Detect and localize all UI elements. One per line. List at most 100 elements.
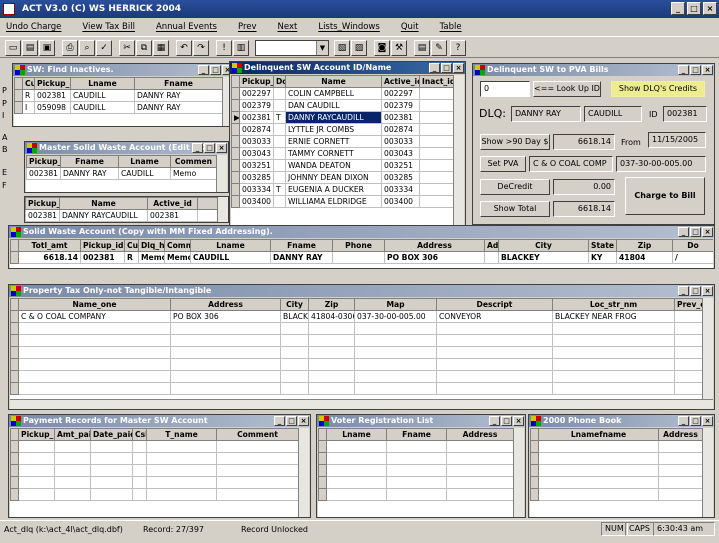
table-row[interactable]: 003043 TAMMY CORNETT 003043 [231, 147, 454, 160]
column-header[interactable]: Zip [616, 239, 673, 252]
total-field[interactable]: 6618.14 [553, 201, 615, 217]
column-header[interactable]: Commen [170, 155, 217, 168]
pva-map-field[interactable]: 037-30-00-005.00 [616, 156, 706, 172]
column-header[interactable]: Fname [386, 428, 447, 441]
column-header[interactable]: Fname [60, 155, 119, 168]
delinquent-grid[interactable]: Pickup_DoNameActive_idInact_id 002297COL… [231, 75, 464, 226]
column-header[interactable]: Address [170, 298, 281, 311]
column-header[interactable]: Csl [132, 428, 147, 441]
column-header[interactable]: Descript [436, 298, 553, 311]
menu-prev[interactable]: Prev [238, 19, 257, 35]
vertical-scrollbar[interactable] [702, 428, 713, 517]
sw-find-grid[interactable]: CuPickup_LnameFname R002381CAUDILLDANNY … [14, 77, 233, 126]
amount-90-field[interactable]: 6618.14 [553, 134, 615, 150]
run-icon[interactable]: ! [216, 40, 232, 56]
column-header[interactable]: Pickup_i [18, 428, 55, 441]
column-header[interactable]: City [498, 239, 589, 252]
column-header[interactable]: Do [273, 75, 286, 88]
column-header[interactable]: Name_one [18, 298, 171, 311]
minimize-button[interactable]: _ [274, 416, 285, 426]
id-field[interactable]: 002381 [663, 106, 707, 122]
account-name-grid[interactable]: Pickup_ Name Active_id 002381 DANNY RAYCAUD… [25, 197, 228, 222]
show-dlq-credits-button[interactable]: Show DLQ's Credits [611, 81, 705, 97]
close-button[interactable]: × [453, 63, 464, 73]
voter-grid[interactable]: Lname Fname Address [318, 428, 524, 517]
menu-lists-windows[interactable]: Lists_Windows [318, 19, 379, 35]
decredit-button[interactable]: DeCredit [480, 179, 550, 195]
column-header[interactable]: Address [658, 428, 703, 441]
dlq-fname-field[interactable]: DANNY RAY [511, 106, 581, 122]
table-row[interactable]: 003400 WILLIAMA ELDRIDGE 003400 [231, 195, 454, 208]
maximize-button[interactable]: □ [690, 286, 701, 296]
maximize-button[interactable]: □ [441, 63, 452, 73]
column-header[interactable]: Lname [118, 155, 171, 168]
help-icon[interactable]: ? [450, 40, 466, 56]
horizontal-scrollbar[interactable] [10, 399, 713, 409]
column-header[interactable]: Fname [134, 77, 223, 90]
column-header[interactable]: Totl_amt [18, 239, 81, 252]
maximize-button[interactable]: □ [690, 227, 701, 237]
maximize-button[interactable]: □ [687, 2, 701, 15]
minimize-button[interactable]: _ [678, 227, 689, 237]
column-header[interactable]: Comment [216, 428, 299, 441]
sw-account-grid[interactable]: Totl_amtPickup_idCuDlq_hisCommLnameFname… [10, 239, 713, 268]
column-header[interactable]: Pickup_ [34, 77, 71, 90]
toolbar-combo[interactable]: ▼ [255, 40, 329, 56]
column-header[interactable]: Cu [124, 239, 139, 252]
column-header[interactable]: Phone [332, 239, 385, 252]
close-button[interactable]: × [216, 143, 227, 153]
column-header[interactable]: Lname [326, 428, 387, 441]
menu-next[interactable]: Next [278, 19, 298, 35]
column-header[interactable]: T_name [146, 428, 217, 441]
menu-undo-charge[interactable]: Undo Charge [6, 19, 61, 35]
minimize-button[interactable]: _ [678, 416, 689, 426]
property-grid[interactable]: Name_one Address City Zip Map Descript Loc_str… [10, 298, 713, 409]
table-row[interactable]: 002381 DANNY RAY CAUDILL Memo [26, 167, 217, 180]
column-header[interactable]: Name [285, 75, 382, 88]
column-header[interactable]: Name [59, 197, 148, 210]
menu-annual-events[interactable]: Annual Events [156, 19, 217, 35]
report-icon[interactable]: ▨ [351, 40, 367, 56]
table-row[interactable]: 002379 DAN CAUDILL 002379 [231, 99, 454, 112]
column-header[interactable]: Pickup_ [25, 197, 60, 210]
cut-icon[interactable]: ✂ [119, 40, 135, 56]
menu-view-tax-bill[interactable]: View Tax Bill [82, 19, 135, 35]
vertical-scrollbar[interactable] [298, 428, 309, 517]
column-header[interactable]: Fname [270, 239, 333, 252]
column-header[interactable]: Lname [190, 239, 271, 252]
column-header[interactable]: Address [446, 428, 514, 441]
close-button[interactable]: × [298, 416, 309, 426]
minimize-button[interactable]: _ [198, 65, 209, 75]
close-button[interactable]: × [702, 65, 713, 75]
table-row[interactable]: I 059098 CAUDILL DANNY RAY [14, 101, 223, 114]
show-90-day-button[interactable]: Show >90 Day $ [480, 134, 550, 150]
tools-icon[interactable]: ⚒ [391, 40, 407, 56]
column-header[interactable]: Dlq_his [138, 239, 165, 252]
maximize-button[interactable]: □ [690, 416, 701, 426]
open-folder-icon[interactable]: ▤ [22, 40, 38, 56]
from-date-field[interactable]: 11/15/2005 [648, 132, 706, 148]
window-icon[interactable]: ▤ [414, 40, 430, 56]
column-header[interactable]: Do [672, 239, 713, 252]
pva-name-field[interactable]: C & O COAL COMP [529, 156, 613, 172]
minimize-button[interactable]: _ [678, 65, 689, 75]
minimize-button[interactable]: _ [192, 143, 203, 153]
vertical-scrollbar[interactable] [702, 298, 713, 399]
decredit-amount-field[interactable]: 0.00 [553, 179, 615, 195]
edit-icon[interactable]: ✎ [431, 40, 447, 56]
chevron-down-icon[interactable]: ▼ [316, 41, 328, 55]
form-icon[interactable]: ▧ [334, 40, 350, 56]
minimize-button[interactable]: _ [489, 416, 500, 426]
maximize-button[interactable]: □ [210, 65, 221, 75]
column-header[interactable]: City [280, 298, 309, 311]
lookup-id-input[interactable]: 0 [480, 81, 530, 97]
column-header[interactable]: Inact_id [419, 75, 454, 88]
column-header[interactable]: Lnamefname [538, 428, 659, 441]
vertical-scrollbar[interactable] [216, 155, 227, 192]
paste-icon[interactable]: ▦ [153, 40, 169, 56]
close-button[interactable]: × [703, 2, 717, 15]
column-header[interactable]: Lname [70, 77, 135, 90]
maximize-button[interactable]: □ [286, 416, 297, 426]
redo-icon[interactable]: ↷ [193, 40, 209, 56]
table-row[interactable]: C & O COAL COMPANYPO BOX 306BLACKEY41804… [10, 310, 703, 323]
